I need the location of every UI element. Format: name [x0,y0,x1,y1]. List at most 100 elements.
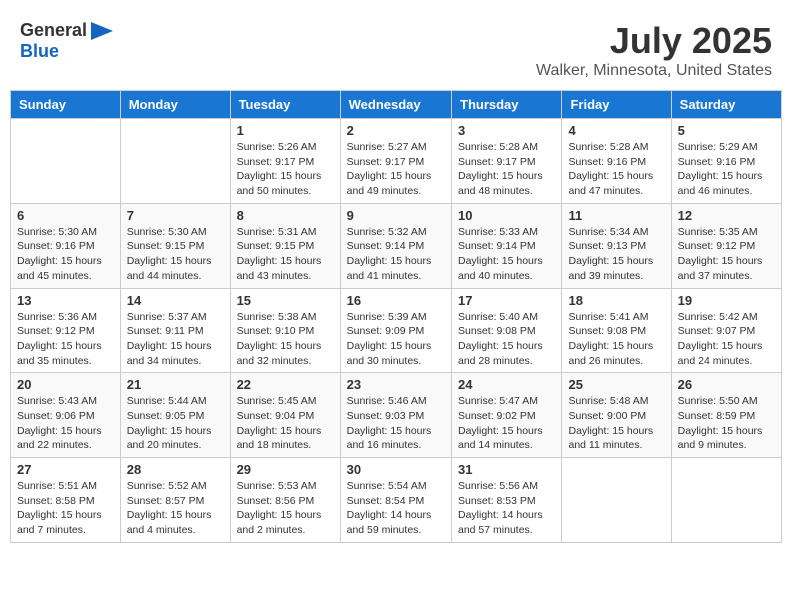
day-details: Sunrise: 5:26 AMSunset: 9:17 PMDaylight:… [237,140,334,199]
day-details: Sunrise: 5:54 AMSunset: 8:54 PMDaylight:… [347,479,445,538]
day-number: 1 [237,123,334,138]
day-number: 27 [17,462,114,477]
logo: General Blue [20,20,113,62]
day-number: 21 [127,377,224,392]
day-details: Sunrise: 5:28 AMSunset: 9:17 PMDaylight:… [458,140,555,199]
day-number: 14 [127,293,224,308]
calendar-day-cell: 7 Sunrise: 5:30 AMSunset: 9:15 PMDaylight… [120,203,230,288]
calendar-day-cell: 24 Sunrise: 5:47 AMSunset: 9:02 PMDayligh… [452,373,562,458]
day-details: Sunrise: 5:44 AMSunset: 9:05 PMDaylight:… [127,394,224,453]
day-number: 22 [237,377,334,392]
day-of-week-header: Thursday [452,91,562,119]
calendar-day-cell: 15Sunrise: 5:38 AMSunset: 9:10 PMDayligh… [230,288,340,373]
day-details: Sunrise: 5:52 AMSunset: 8:57 PMDaylight:… [127,479,224,538]
calendar-day-cell: 20Sunrise: 5:43 AMSunset: 9:06 PMDayligh… [11,373,121,458]
day-number: 5 [678,123,775,138]
day-number: 8 [237,208,334,223]
day-details: Sunrise: 5:45 AMSunset: 9:04 PMDaylight:… [237,394,334,453]
day-number: 30 [347,462,445,477]
day-number: 9 [347,208,445,223]
calendar-day-cell: 4 Sunrise: 5:28 AMSunset: 9:16 PMDaylight… [562,119,671,204]
calendar-day-cell: 2Sunrise: 5:27 AMSunset: 9:17 PMDaylight… [340,119,451,204]
calendar-day-cell: 13Sunrise: 5:36 AMSunset: 9:12 PMDayligh… [11,288,121,373]
day-number: 18 [568,293,664,308]
day-of-week-header: Sunday [11,91,121,119]
day-number: 6 [17,208,114,223]
day-number: 3 [458,123,555,138]
calendar-day-cell: 30 Sunrise: 5:54 AMSunset: 8:54 PMDayligh… [340,458,451,543]
calendar-day-cell: 6 Sunrise: 5:30 AMSunset: 9:16 PMDaylight… [11,203,121,288]
calendar-day-cell: 11 Sunrise: 5:34 AMSunset: 9:13 PMDayligh… [562,203,671,288]
calendar-day-cell: 3 Sunrise: 5:28 AMSunset: 9:17 PMDaylight… [452,119,562,204]
day-details: Sunrise: 5:48 AMSunset: 9:00 PMDaylight:… [568,394,664,453]
day-details: Sunrise: 5:40 AMSunset: 9:08 PMDaylight:… [458,310,555,369]
logo-blue-text: Blue [20,41,59,61]
calendar-day-cell: 21 Sunrise: 5:44 AMSunset: 9:05 PMDayligh… [120,373,230,458]
calendar-day-cell [671,458,781,543]
day-number: 12 [678,208,775,223]
day-details: Sunrise: 5:35 AMSunset: 9:12 PMDaylight:… [678,225,775,284]
calendar-day-cell [120,119,230,204]
day-number: 25 [568,377,664,392]
calendar-week-row: 1 Sunrise: 5:26 AMSunset: 9:17 PMDaylight… [11,119,782,204]
calendar-day-cell: 18 Sunrise: 5:41 AMSunset: 9:08 PMDayligh… [562,288,671,373]
day-details: Sunrise: 5:28 AMSunset: 9:16 PMDaylight:… [568,140,664,199]
calendar-week-row: 27 Sunrise: 5:51 AMSunset: 8:58 PMDayligh… [11,458,782,543]
calendar-day-cell [11,119,121,204]
calendar-day-cell: 25 Sunrise: 5:48 AMSunset: 9:00 PMDayligh… [562,373,671,458]
day-details: Sunrise: 5:51 AMSunset: 8:58 PMDaylight:… [17,479,114,538]
day-number: 19 [678,293,775,308]
page-header: General Blue July 2025 Walker, Minnesota… [10,10,782,85]
day-details: Sunrise: 5:41 AMSunset: 9:08 PMDaylight:… [568,310,664,369]
day-details: Sunrise: 5:39 AMSunset: 9:09 PMDaylight:… [347,310,445,369]
calendar-day-cell: 9 Sunrise: 5:32 AMSunset: 9:14 PMDaylight… [340,203,451,288]
day-of-week-header: Tuesday [230,91,340,119]
day-details: Sunrise: 5:29 AMSunset: 9:16 PMDaylight:… [678,140,775,199]
logo-flag-icon [91,22,113,40]
day-details: Sunrise: 5:47 AMSunset: 9:02 PMDaylight:… [458,394,555,453]
calendar-header-row: SundayMondayTuesdayWednesdayThursdayFrid… [11,91,782,119]
calendar-table: SundayMondayTuesdayWednesdayThursdayFrid… [10,90,782,543]
day-number: 11 [568,208,664,223]
calendar-day-cell: 22 Sunrise: 5:45 AMSunset: 9:04 PMDayligh… [230,373,340,458]
day-details: Sunrise: 5:32 AMSunset: 9:14 PMDaylight:… [347,225,445,284]
day-number: 2 [347,123,445,138]
day-number: 15 [237,293,334,308]
day-details: Sunrise: 5:56 AMSunset: 8:53 PMDaylight:… [458,479,555,538]
calendar-day-cell: 16Sunrise: 5:39 AMSunset: 9:09 PMDayligh… [340,288,451,373]
calendar-day-cell: 8 Sunrise: 5:31 AMSunset: 9:15 PMDaylight… [230,203,340,288]
day-number: 4 [568,123,664,138]
day-details: Sunrise: 5:50 AMSunset: 8:59 PMDaylight:… [678,394,775,453]
day-number: 24 [458,377,555,392]
calendar-day-cell: 14Sunrise: 5:37 AMSunset: 9:11 PMDayligh… [120,288,230,373]
day-number: 7 [127,208,224,223]
calendar-day-cell: 28Sunrise: 5:52 AMSunset: 8:57 PMDayligh… [120,458,230,543]
day-of-week-header: Monday [120,91,230,119]
calendar-day-cell: 1 Sunrise: 5:26 AMSunset: 9:17 PMDaylight… [230,119,340,204]
calendar-week-row: 20Sunrise: 5:43 AMSunset: 9:06 PMDayligh… [11,373,782,458]
calendar-day-cell: 26Sunrise: 5:50 AMSunset: 8:59 PMDayligh… [671,373,781,458]
day-details: Sunrise: 5:30 AMSunset: 9:15 PMDaylight:… [127,225,224,284]
calendar-day-cell: 29Sunrise: 5:53 AMSunset: 8:56 PMDayligh… [230,458,340,543]
logo-general-text: General [20,20,87,41]
calendar-week-row: 6 Sunrise: 5:30 AMSunset: 9:16 PMDaylight… [11,203,782,288]
calendar-day-cell: 10 Sunrise: 5:33 AMSunset: 9:14 PMDayligh… [452,203,562,288]
calendar-week-row: 13Sunrise: 5:36 AMSunset: 9:12 PMDayligh… [11,288,782,373]
calendar-day-cell: 5 Sunrise: 5:29 AMSunset: 9:16 PMDaylight… [671,119,781,204]
calendar-day-cell: 19 Sunrise: 5:42 AMSunset: 9:07 PMDayligh… [671,288,781,373]
day-details: Sunrise: 5:30 AMSunset: 9:16 PMDaylight:… [17,225,114,284]
day-details: Sunrise: 5:42 AMSunset: 9:07 PMDaylight:… [678,310,775,369]
day-of-week-header: Wednesday [340,91,451,119]
title-section: July 2025 Walker, Minnesota, United Stat… [536,20,772,80]
day-details: Sunrise: 5:46 AMSunset: 9:03 PMDaylight:… [347,394,445,453]
day-number: 20 [17,377,114,392]
calendar-day-cell: 12 Sunrise: 5:35 AMSunset: 9:12 PMDayligh… [671,203,781,288]
calendar-day-cell: 23Sunrise: 5:46 AMSunset: 9:03 PMDayligh… [340,373,451,458]
day-details: Sunrise: 5:34 AMSunset: 9:13 PMDaylight:… [568,225,664,284]
day-details: Sunrise: 5:36 AMSunset: 9:12 PMDaylight:… [17,310,114,369]
day-number: 10 [458,208,555,223]
day-details: Sunrise: 5:31 AMSunset: 9:15 PMDaylight:… [237,225,334,284]
calendar-day-cell: 27 Sunrise: 5:51 AMSunset: 8:58 PMDayligh… [11,458,121,543]
day-details: Sunrise: 5:33 AMSunset: 9:14 PMDaylight:… [458,225,555,284]
calendar-day-cell [562,458,671,543]
